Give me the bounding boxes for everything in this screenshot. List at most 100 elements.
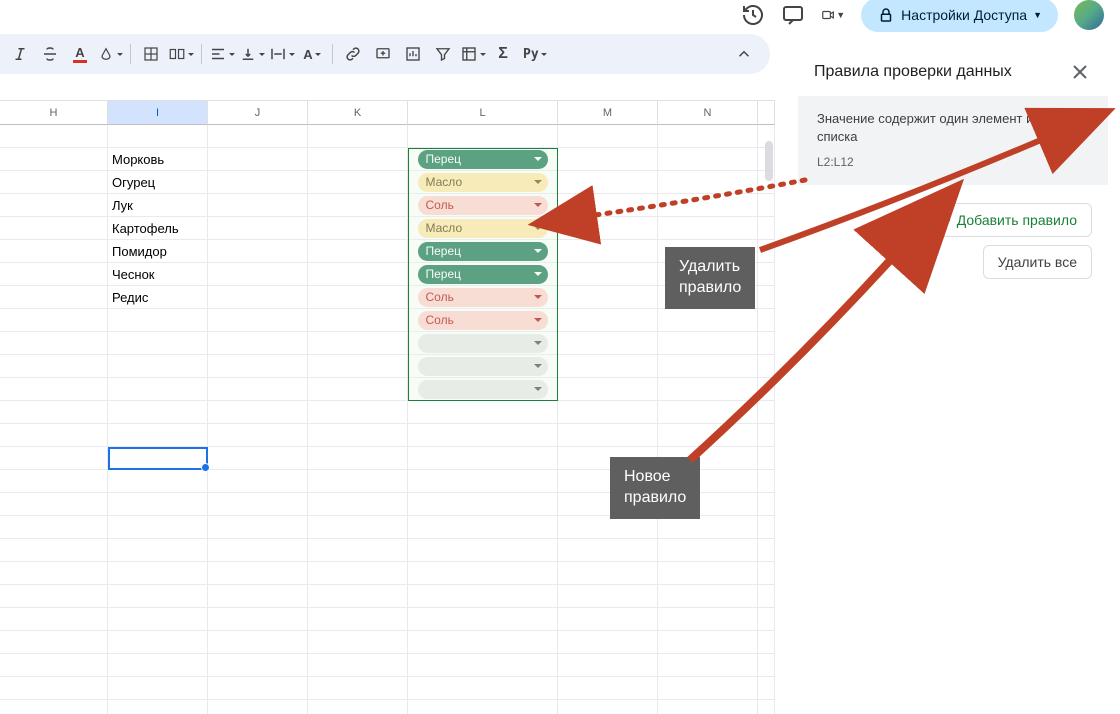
cell[interactable] bbox=[308, 240, 408, 263]
text-color-button[interactable]: A bbox=[66, 40, 94, 68]
rotate-button[interactable]: A bbox=[298, 40, 326, 68]
cell[interactable]: Редис bbox=[108, 286, 208, 309]
cell[interactable] bbox=[108, 424, 208, 447]
cell[interactable] bbox=[0, 608, 108, 631]
cell[interactable] bbox=[658, 125, 758, 148]
cell[interactable] bbox=[0, 125, 108, 148]
dropdown-chip[interactable] bbox=[418, 357, 548, 376]
cell[interactable] bbox=[408, 700, 558, 714]
trash-icon[interactable] bbox=[1070, 116, 1092, 138]
cell[interactable] bbox=[308, 401, 408, 424]
cell[interactable] bbox=[108, 585, 208, 608]
cell[interactable]: Масло bbox=[408, 217, 558, 240]
cell[interactable]: Соль bbox=[408, 194, 558, 217]
cell[interactable] bbox=[0, 677, 108, 700]
cell[interactable] bbox=[558, 263, 658, 286]
cell[interactable] bbox=[0, 631, 108, 654]
cell[interactable] bbox=[0, 332, 108, 355]
dropdown-chip[interactable]: Перец bbox=[418, 150, 548, 169]
cell[interactable] bbox=[658, 217, 758, 240]
cell[interactable] bbox=[558, 286, 658, 309]
cell[interactable]: Чеснок bbox=[108, 263, 208, 286]
col-header[interactable]: K bbox=[308, 101, 408, 125]
cell[interactable] bbox=[408, 631, 558, 654]
cell[interactable] bbox=[108, 125, 208, 148]
cell[interactable] bbox=[308, 539, 408, 562]
remove-all-button[interactable]: Удалить все bbox=[983, 245, 1092, 279]
cell[interactable] bbox=[108, 493, 208, 516]
cell[interactable] bbox=[658, 654, 758, 677]
cell[interactable] bbox=[558, 171, 658, 194]
cell[interactable] bbox=[658, 309, 758, 332]
filter-views-button[interactable] bbox=[459, 40, 487, 68]
cell[interactable] bbox=[308, 608, 408, 631]
cell[interactable] bbox=[308, 516, 408, 539]
cell[interactable] bbox=[208, 447, 308, 470]
cell[interactable]: Перец bbox=[408, 263, 558, 286]
cell[interactable] bbox=[0, 539, 108, 562]
cell[interactable] bbox=[108, 309, 208, 332]
cell[interactable] bbox=[658, 194, 758, 217]
spreadsheet[interactable]: H I J K L M N МорковьПерецОгурецМаслоЛук… bbox=[0, 100, 775, 714]
cell[interactable] bbox=[308, 424, 408, 447]
cell[interactable] bbox=[408, 493, 558, 516]
share-button[interactable]: Настройки Доступа ▼ bbox=[861, 0, 1058, 32]
cell[interactable] bbox=[208, 516, 308, 539]
cell[interactable] bbox=[108, 631, 208, 654]
cell[interactable] bbox=[558, 608, 658, 631]
cell[interactable] bbox=[308, 700, 408, 714]
cell[interactable] bbox=[408, 562, 558, 585]
cell[interactable] bbox=[558, 217, 658, 240]
cell[interactable] bbox=[658, 171, 758, 194]
cell[interactable] bbox=[208, 585, 308, 608]
cell[interactable] bbox=[558, 516, 658, 539]
cell[interactable] bbox=[408, 447, 558, 470]
cell[interactable] bbox=[408, 516, 558, 539]
cell[interactable] bbox=[558, 654, 658, 677]
cell[interactable] bbox=[0, 240, 108, 263]
rule-card[interactable]: Значение содержит один элемент из списка… bbox=[798, 96, 1108, 185]
cell[interactable] bbox=[558, 677, 658, 700]
fill-color-button[interactable] bbox=[96, 40, 124, 68]
cell[interactable] bbox=[208, 263, 308, 286]
cell[interactable] bbox=[558, 700, 658, 714]
vscrollbar[interactable] bbox=[763, 101, 773, 714]
cell[interactable] bbox=[308, 171, 408, 194]
col-header[interactable]: M bbox=[558, 101, 658, 125]
cell[interactable] bbox=[108, 700, 208, 714]
dropdown-chip[interactable]: Масло bbox=[418, 219, 548, 238]
cell[interactable] bbox=[308, 677, 408, 700]
dropdown-chip[interactable]: Перец bbox=[418, 265, 548, 284]
cell[interactable] bbox=[308, 562, 408, 585]
halign-button[interactable] bbox=[208, 40, 236, 68]
cell[interactable] bbox=[0, 148, 108, 171]
cell[interactable] bbox=[658, 401, 758, 424]
cell[interactable] bbox=[208, 309, 308, 332]
dropdown-chip[interactable]: Соль bbox=[418, 288, 548, 307]
cell[interactable] bbox=[0, 309, 108, 332]
cell[interactable] bbox=[308, 148, 408, 171]
collapse-toolbar-button[interactable] bbox=[730, 40, 758, 68]
cell[interactable] bbox=[308, 654, 408, 677]
col-header[interactable]: J bbox=[208, 101, 308, 125]
cell[interactable] bbox=[658, 516, 758, 539]
cell[interactable] bbox=[308, 309, 408, 332]
cell[interactable] bbox=[658, 700, 758, 714]
cell[interactable] bbox=[0, 194, 108, 217]
cell[interactable] bbox=[558, 585, 658, 608]
col-header-selected[interactable]: I bbox=[108, 101, 208, 125]
cell[interactable] bbox=[308, 585, 408, 608]
scroll-thumb[interactable] bbox=[765, 141, 773, 181]
col-header[interactable]: L bbox=[408, 101, 558, 125]
cell[interactable] bbox=[658, 332, 758, 355]
cell[interactable] bbox=[408, 424, 558, 447]
cell[interactable] bbox=[108, 516, 208, 539]
cell[interactable] bbox=[0, 263, 108, 286]
cell[interactable] bbox=[408, 378, 558, 401]
cell[interactable] bbox=[558, 148, 658, 171]
cell[interactable] bbox=[208, 470, 308, 493]
cell[interactable] bbox=[208, 608, 308, 631]
cell[interactable] bbox=[208, 125, 308, 148]
cell[interactable] bbox=[658, 148, 758, 171]
cell[interactable] bbox=[308, 286, 408, 309]
